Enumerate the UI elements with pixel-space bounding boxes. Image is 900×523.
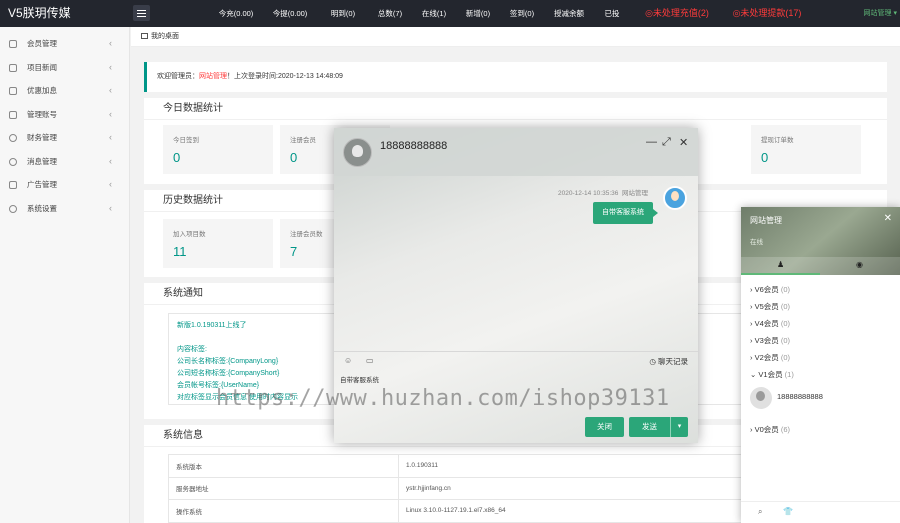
chevron-right-icon: › <box>750 425 753 434</box>
chevron-left-icon: ‹ <box>109 202 112 213</box>
close-chat-button[interactable]: 关闭 <box>585 417 624 437</box>
admin-name: 网站管理 <box>199 73 227 80</box>
welcome-banner: 欢迎管理员：网站管理！上次登录时间:2020-12-13 14:48:09 <box>144 62 887 92</box>
chat-window: 18888888888 — ⤢ ✕ 2020-12-14 10:35:36 网站… <box>334 128 698 443</box>
admin-user-menu[interactable]: 网站管理 ▾ <box>864 0 897 27</box>
stat-invested[interactable]: 已投 <box>594 0 630 27</box>
account-icon <box>9 110 17 119</box>
group-v4[interactable]: › V4会员 (0) <box>750 318 790 329</box>
chevron-down-icon: ⌄ <box>750 370 757 379</box>
search-icon[interactable]: ⌕ <box>758 507 762 517</box>
stat-online[interactable]: 在线(1) <box>412 0 456 27</box>
chevron-left-icon: ‹ <box>109 61 112 72</box>
message-icon <box>9 157 17 166</box>
chat-contact-name: 18888888888 <box>380 140 448 152</box>
emoji-icon[interactable]: ☺ <box>344 356 352 365</box>
group-v0[interactable]: › V0会员 (6) <box>750 424 790 435</box>
home-icon <box>141 33 148 39</box>
contacts-tabs: ♟ ◉ <box>741 257 900 275</box>
contacts-status[interactable]: 在线 <box>750 236 763 246</box>
chevron-right-icon: › <box>750 353 753 362</box>
chevron-left-icon: ‹ <box>109 132 112 142</box>
groups-tab-icon[interactable]: ◉ <box>856 260 863 269</box>
maximize-icon[interactable]: ⤢ <box>662 136 671 149</box>
chat-header[interactable]: 18888888888 — ⤢ ✕ <box>334 128 698 176</box>
menu-toggle-button[interactable] <box>133 5 150 21</box>
app-logo[interactable]: V5朕玥传媒 <box>0 0 130 27</box>
menu-icon <box>137 10 146 11</box>
group-v5[interactable]: › V5会员 (0) <box>750 301 790 312</box>
sidebar-item-promotions[interactable]: 优惠加息 ‹ <box>0 79 129 103</box>
breadcrumb-label[interactable]: 我的桌面 <box>151 33 179 40</box>
stat-total[interactable]: 总数(7) <box>368 0 412 27</box>
chevron-left-icon: ‹ <box>109 108 112 119</box>
top-navbar: V5朕玥传媒 今充(0.00) 今提(0.00) 明到(0) 总数(7) 在线(… <box>0 0 900 27</box>
sidebar-item-accounts[interactable]: 管理账号 ‹ <box>0 103 129 127</box>
close-icon[interactable]: ✕ <box>679 136 688 149</box>
message-bubble: 自带客服系统 <box>593 202 658 224</box>
chevron-right-icon: › <box>750 336 753 345</box>
sidebar-item-messages[interactable]: 消息管理 ‹ <box>0 150 129 174</box>
top-stats: 今充(0.00) 今提(0.00) 明到(0) 总数(7) 在线(1) 新增(0… <box>210 0 810 27</box>
breadcrumb: 我的桌面 <box>131 27 900 47</box>
group-v3[interactable]: › V3会员 (0) <box>750 335 790 346</box>
contacts-user-name: 网站管理 <box>750 216 782 225</box>
avatar <box>750 387 772 409</box>
group-v1[interactable]: ⌄ V1会员 (1) <box>750 369 794 380</box>
avatar[interactable] <box>343 138 372 167</box>
chevron-right-icon: › <box>750 302 753 311</box>
chevron-left-icon: ‹ <box>109 155 112 166</box>
sidebar-item-finance[interactable]: 财务管理 ‹ <box>0 126 129 150</box>
stat-today-checkin: 今日签到 0 <box>163 125 273 174</box>
chevron-left-icon: ‹ <box>109 85 112 95</box>
contacts-footer: ⌕ 👕 <box>741 501 900 523</box>
contacts-header: 网站管理 在线 ✕ ♟ ◉ <box>741 207 900 275</box>
avatar <box>663 186 687 210</box>
sidebar-item-ads[interactable]: 广告管理 ‹ <box>0 173 129 197</box>
stat-balance[interactable]: 授减余额 <box>544 0 594 27</box>
stat-today-withdraw[interactable]: 今提(0.00) <box>262 0 318 27</box>
stat-new[interactable]: 新增(0) <box>456 0 500 27</box>
send-button[interactable]: 发送 <box>629 417 670 437</box>
active-tab-indicator <box>741 273 820 275</box>
alert-pending-recharge[interactable]: ◎未处理充值(2) <box>630 0 724 27</box>
chevron-right-icon: › <box>750 285 753 294</box>
stat-checkin[interactable]: 签到(0) <box>500 0 544 27</box>
group-v6[interactable]: › V6会员 (0) <box>750 284 790 295</box>
ad-icon <box>9 181 17 189</box>
send-options-chevron-down-icon[interactable]: ▾ <box>670 417 688 437</box>
group-v2[interactable]: › V2会员 (0) <box>750 352 790 363</box>
sidebar-item-projects[interactable]: 项目新闻 ‹ <box>0 56 129 80</box>
stat-projects-joined: 加入项目数 11 <box>163 219 273 268</box>
contacts-panel: 网站管理 在线 ✕ ♟ ◉ › V6会员 (0) › V5会员 (0) › V4… <box>741 207 900 523</box>
user-icon <box>9 40 17 48</box>
today-stats-title: 今日数据统计 <box>144 98 887 120</box>
sidebar: 会员管理 ‹ 项目新闻 ‹ 优惠加息 ‹ 管理账号 ‹ 财务管理 ‹ 消息管理 ‹ 广告管理… <box>0 27 130 523</box>
chat-toolbar: ☺ ▭ ◷ 聊天记录 <box>334 351 698 369</box>
car-icon <box>9 63 17 72</box>
close-icon[interactable]: ✕ <box>884 213 892 224</box>
sidebar-item-members[interactable]: 会员管理 ‹ <box>0 32 129 56</box>
chevron-right-icon: › <box>750 319 753 328</box>
chevron-left-icon: ‹ <box>109 38 112 48</box>
contact-name: 18888888888 <box>777 392 823 401</box>
minimize-icon[interactable]: — <box>646 136 657 148</box>
stat-withdraw-orders: 提现订单数 0 <box>751 125 861 174</box>
message-meta: 2020-12-14 10:35:36 网站管理 <box>558 190 648 197</box>
chevron-left-icon: ‹ <box>109 179 112 189</box>
stat-tomorrow[interactable]: 明到(0) <box>318 0 368 27</box>
friends-tab-icon[interactable]: ♟ <box>777 260 784 269</box>
stat-today-recharge[interactable]: 今充(0.00) <box>210 0 262 27</box>
image-icon[interactable]: ▭ <box>366 356 374 365</box>
alert-pending-withdraw[interactable]: ◎未处理提款(17) <box>724 0 810 27</box>
finance-icon <box>9 134 17 142</box>
sidebar-item-settings[interactable]: 系统设置 ‹ <box>0 197 129 221</box>
contact-item[interactable]: 18888888888 <box>750 385 890 411</box>
skin-icon[interactable]: 👕 <box>783 507 793 516</box>
chat-history-link[interactable]: ◷ 聊天记录 <box>649 356 688 367</box>
chat-input[interactable]: 自带客服系统 <box>340 374 379 384</box>
gear-icon <box>9 204 17 213</box>
clock-icon: ◷ <box>649 357 656 366</box>
card-icon <box>9 87 17 95</box>
